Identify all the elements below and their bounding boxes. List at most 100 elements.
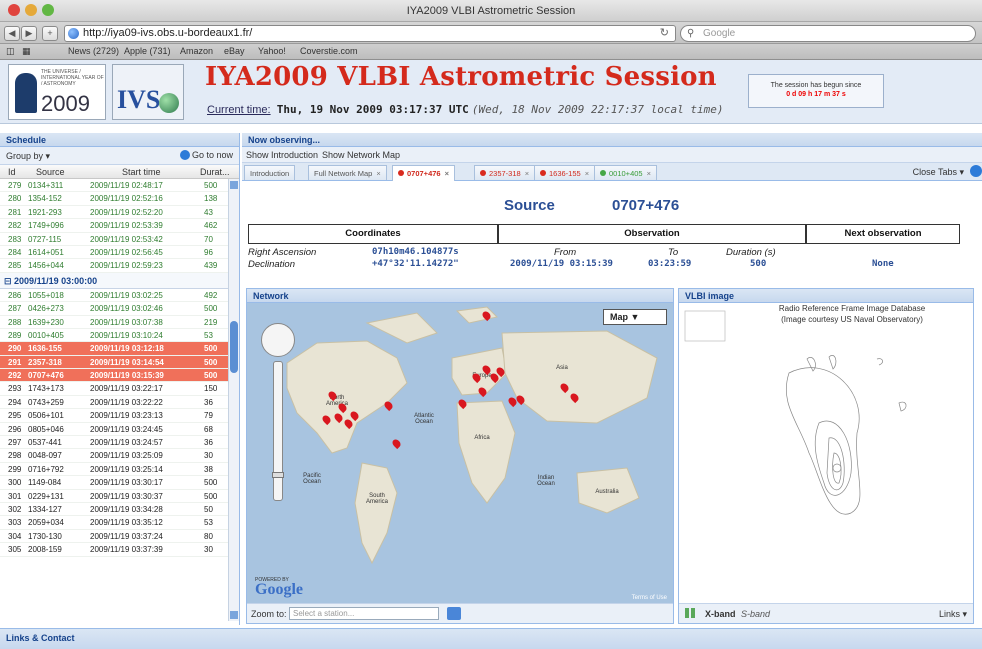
reading-list-icon[interactable]: ◫ xyxy=(6,46,15,57)
schedule-cell-id: 285 xyxy=(8,261,22,271)
links-menu[interactable]: Links ▾ xyxy=(939,609,967,620)
schedule-row[interactable]: 284 1614+051 2009/11/19 02:56:45 96 xyxy=(0,246,228,260)
schedule-row[interactable]: 298 0048-097 2009/11/19 03:25:09 30 xyxy=(0,449,228,463)
schedule-row[interactable]: 299 0716+792 2009/11/19 03:25:14 38 xyxy=(0,463,228,477)
col-header-start[interactable]: Start time xyxy=(122,167,161,177)
map-terms-link[interactable]: Terms of Use xyxy=(632,595,667,601)
schedule-cell-dur: 38 xyxy=(204,464,213,474)
schedule-row[interactable]: 288 1639+230 2009/11/19 03:07:38 219 xyxy=(0,316,228,329)
schedule-row[interactable]: 291 2357-318 2009/11/19 03:14:54 500 xyxy=(0,355,228,370)
schedule-cell-id: 287 xyxy=(8,304,22,314)
col-header-duration[interactable]: Durat... xyxy=(200,167,230,177)
bookmark-amazon[interactable]: Amazon xyxy=(180,46,213,56)
schedule-row[interactable]: 297 0537-441 2009/11/19 03:24:57 36 xyxy=(0,436,228,450)
schedule-row[interactable]: 286 1055+018 2009/11/19 03:02:25 492 xyxy=(0,289,228,303)
schedule-row[interactable]: 283 0727-115 2009/11/19 02:53:42 70 xyxy=(0,233,228,246)
scroll-thumb[interactable] xyxy=(230,321,238,373)
help-icon[interactable] xyxy=(970,165,982,177)
schedule-row[interactable]: 300 1149-084 2009/11/19 03:30:17 500 xyxy=(0,476,228,490)
close-tab-icon[interactable]: × xyxy=(525,169,529,178)
station-select[interactable]: Select a station... xyxy=(289,607,439,620)
tab-2[interactable]: 0707+476 × xyxy=(392,165,455,181)
top-sites-icon[interactable]: ▦ xyxy=(22,46,31,57)
schedule-row[interactable]: 289 0010+405 2009/11/19 03:10:24 53 xyxy=(0,329,228,343)
schedule-cell-start: 2009/11/19 02:52:16 xyxy=(90,194,163,204)
zoom-knob[interactable] xyxy=(272,472,284,478)
schedule-cell-id: 297 xyxy=(8,438,22,448)
go-to-now-button[interactable]: Go to now xyxy=(179,150,233,160)
tab-label: Full Network Map xyxy=(314,169,373,178)
schedule-row[interactable]: 303 2059+034 2009/11/19 03:35:12 53 xyxy=(0,516,228,530)
schedule-row[interactable]: 280 1354-152 2009/11/19 02:52:16 138 xyxy=(0,192,228,206)
tab-0[interactable]: Introduction xyxy=(244,165,296,180)
close-tab-icon[interactable]: × xyxy=(445,169,449,178)
reload-icon[interactable]: ↻ xyxy=(660,26,669,41)
schedule-cell-source: 0707+476 xyxy=(28,371,64,381)
schedule-row[interactable]: 295 0506+101 2009/11/19 03:23:13 79 xyxy=(0,409,228,423)
vlbi-caption: Radio Reference Frame Image Database (Im… xyxy=(737,303,967,325)
schedule-row[interactable]: 287 0426+273 2009/11/19 03:02:46 500 xyxy=(0,302,228,316)
close-tab-icon[interactable]: × xyxy=(647,169,651,178)
tab-3[interactable]: 2357-318 × xyxy=(474,165,536,180)
schedule-row[interactable]: 305 2008-159 2009/11/19 03:37:39 30 xyxy=(0,543,228,557)
schedule-group-header[interactable]: ⊟ 2009/11/19 03:00:00 xyxy=(0,272,228,289)
scroll-up-arrow-icon[interactable] xyxy=(230,181,238,189)
current-time-label[interactable]: Current time: xyxy=(207,104,271,116)
schedule-row[interactable]: 290 1636-155 2009/11/19 03:12:18 500 xyxy=(0,342,228,356)
network-map[interactable]: Map ▼ North America South America Europe… xyxy=(247,303,673,605)
browser-toolbar: ◀ ▶ + http://iya09-ivs.obs.u-bordeaux1.f… xyxy=(0,22,982,44)
schedule-row[interactable]: 304 1730-130 2009/11/19 03:37:24 80 xyxy=(0,530,228,544)
group-by-dropdown[interactable]: Group by ▾ xyxy=(6,151,50,162)
schedule-row[interactable]: 294 0743+259 2009/11/19 03:22:22 36 xyxy=(0,396,228,410)
close-tab-icon[interactable]: × xyxy=(585,169,589,178)
grid-icon[interactable] xyxy=(685,608,695,618)
col-header-source[interactable]: Source xyxy=(36,167,65,177)
ra-label: Right Ascension xyxy=(248,247,317,258)
schedule-row[interactable]: 282 1749+096 2009/11/19 02:53:39 462 xyxy=(0,219,228,233)
schedule-row[interactable]: 296 0805+046 2009/11/19 03:24:45 68 xyxy=(0,423,228,437)
zoom-go-button[interactable] xyxy=(447,607,461,620)
map-type-dropdown[interactable]: Map ▼ xyxy=(603,309,667,325)
xband-button[interactable]: X-band xyxy=(705,609,736,619)
schedule-row[interactable]: 279 0134+311 2009/11/19 02:48:17 500 xyxy=(0,179,228,193)
bookmark-ebay[interactable]: eBay xyxy=(224,46,245,56)
add-bookmark-button[interactable]: + xyxy=(42,26,58,41)
close-tab-icon[interactable]: × xyxy=(376,169,380,178)
ivs-logo: IVS xyxy=(112,64,184,120)
schedule-row[interactable]: 293 1743+173 2009/11/19 03:22:17 150 xyxy=(0,382,228,396)
back-button[interactable]: ◀ xyxy=(4,26,20,41)
bookmark-apple[interactable]: Apple (731) xyxy=(124,46,171,56)
bookmark-yahoo[interactable]: Yahoo! xyxy=(258,46,286,56)
show-network-map-button[interactable]: Show Network Map xyxy=(322,150,400,160)
schedule-title[interactable]: Schedule xyxy=(0,133,239,147)
schedule-cell-id: 305 xyxy=(8,545,22,555)
map-zoom-slider[interactable] xyxy=(272,361,284,501)
col-header-id[interactable]: Id xyxy=(8,167,16,177)
links-contact-bar[interactable]: Links & Contact xyxy=(0,628,982,649)
schedule-cell-dur: 53 xyxy=(204,330,213,340)
map-pan-control[interactable] xyxy=(261,323,295,357)
search-input[interactable]: ⚲ Google xyxy=(680,25,976,42)
bookmark-news[interactable]: News (2729) xyxy=(68,46,119,56)
forward-button[interactable]: ▶ xyxy=(21,26,37,41)
label-indian-ocean: Indian Ocean xyxy=(537,475,555,487)
schedule-cell-source: 0229+131 xyxy=(28,491,64,501)
source-status-icon xyxy=(540,170,546,176)
scroll-down-arrow-icon[interactable] xyxy=(230,611,238,619)
schedule-row[interactable]: 302 1334-127 2009/11/19 03:34:28 50 xyxy=(0,503,228,517)
tab-5[interactable]: 0010+405 × xyxy=(594,165,657,180)
tab-1[interactable]: Full Network Map × xyxy=(308,165,387,180)
close-tabs-menu[interactable]: Close Tabs ▾ xyxy=(913,167,964,178)
schedule-row[interactable]: 281 1921-293 2009/11/19 02:52:20 43 xyxy=(0,206,228,220)
source-value: 0707+476 xyxy=(612,197,680,214)
schedule-row[interactable]: 292 0707+476 2009/11/19 03:15:39 500 xyxy=(0,369,228,383)
address-bar[interactable]: http://iya09-ivs.obs.u-bordeaux1.fr/ ↻ xyxy=(64,25,676,42)
people-silhouette-icon xyxy=(15,73,37,113)
bookmark-coverstie[interactable]: Coverstie.com xyxy=(300,46,358,56)
tab-4[interactable]: 1636-155 × xyxy=(534,165,596,180)
show-introduction-button[interactable]: Show Introduction xyxy=(246,150,318,160)
schedule-scrollbar[interactable] xyxy=(228,179,239,621)
sband-button[interactable]: S-band xyxy=(741,609,770,619)
schedule-row[interactable]: 301 0229+131 2009/11/19 03:30:37 500 xyxy=(0,490,228,503)
schedule-row[interactable]: 285 1456+044 2009/11/19 02:59:23 439 xyxy=(0,259,228,273)
